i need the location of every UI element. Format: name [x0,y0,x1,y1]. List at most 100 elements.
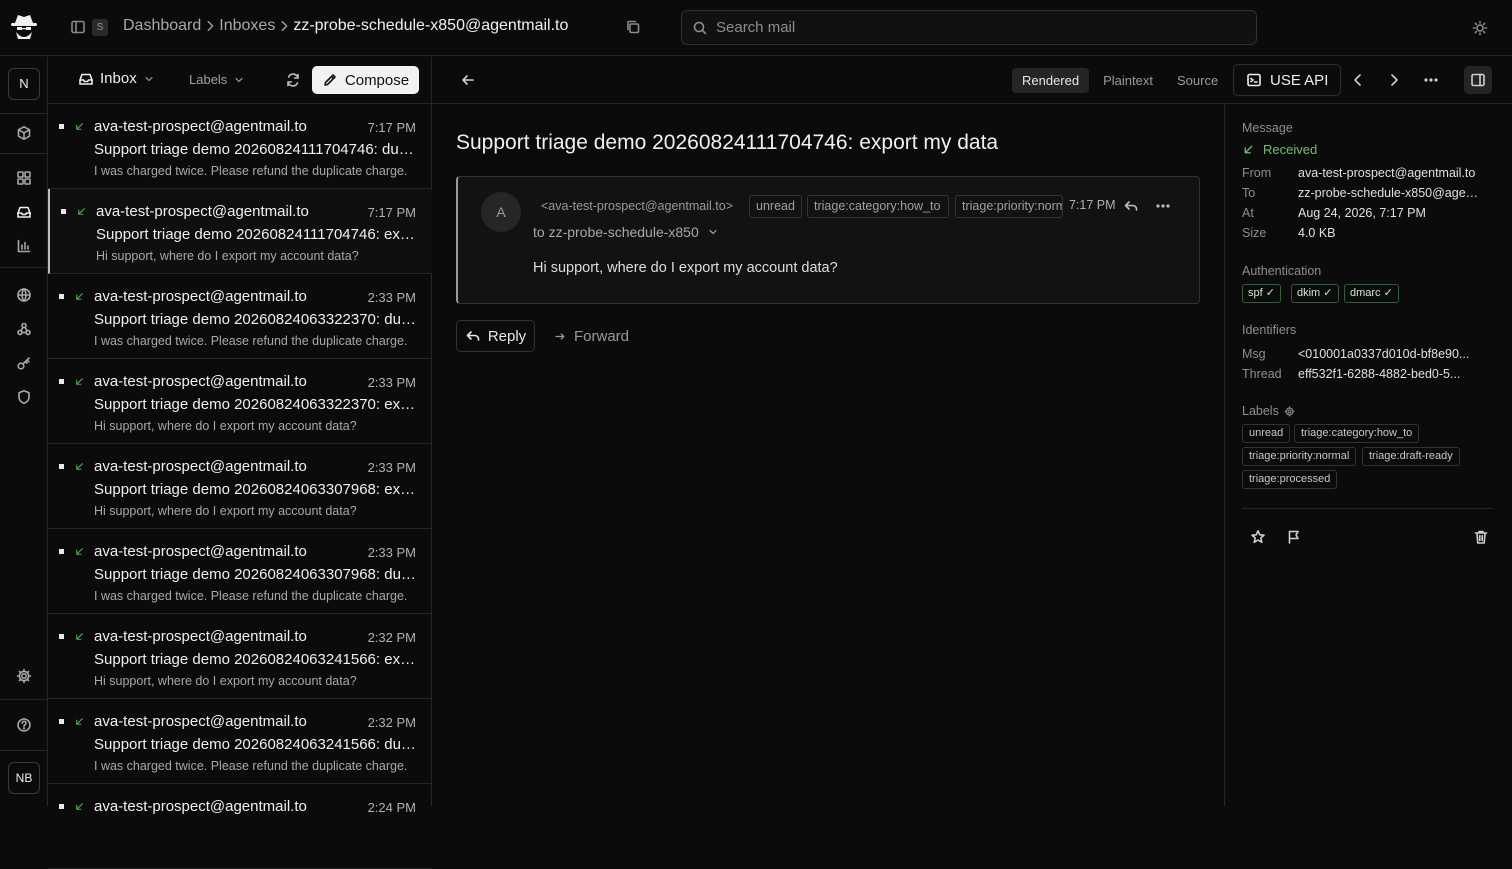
search-input[interactable] [716,19,1216,36]
flag-icon[interactable] [1286,529,1302,545]
inbox-icon[interactable] [16,204,32,220]
panel-toggle-icon[interactable] [1464,66,1492,94]
refresh-icon[interactable] [285,72,301,88]
list-item[interactable]: ava-test-prospect@agentmail.to 2:33 PM Sup… [48,359,432,444]
copy-icon[interactable] [625,19,641,35]
label-chip[interactable]: triage:category:how_to [1294,424,1420,443]
email-subject: Support triage demo 20260824111704746: e… [456,131,999,154]
arrow-down-left-icon [1244,145,1253,154]
user-avatar[interactable]: NB [8,762,40,794]
message-subject: Support triage demo 20260824063241566: d… [94,736,416,753]
labels-heading: Labels [1242,404,1279,418]
breadcrumb-dashboard[interactable]: Dashboard [123,17,201,35]
message-preview: I was charged twice. Please refund the d… [94,759,408,773]
tab-plaintext[interactable]: Plaintext [1093,68,1163,93]
tab-rendered[interactable]: Rendered [1012,68,1090,93]
back-arrow-icon[interactable] [460,72,476,88]
message-sender: ava-test-prospect@agentmail.to [94,628,307,645]
message-time: 7:17 PM [367,205,416,220]
inbox-dropdown[interactable]: Inbox [78,70,155,87]
message-preview: Hi support, where do I export my account… [94,419,357,433]
message-list-pane: Inbox Labels Compose ava-test-prospect@a… [48,57,432,869]
list-item[interactable]: ava-test-prospect@agentmail.to 7:17 PM Sup… [48,104,432,189]
list-item[interactable]: ava-test-prospect@agentmail.to 2:33 PM Sup… [48,274,432,359]
org-avatar[interactable]: N [8,68,40,100]
compose-button[interactable]: Compose [312,66,419,94]
chevron-left-icon[interactable] [1350,72,1366,88]
list-item[interactable]: ava-test-prospect@agentmail.to 7:17 PM Sup… [48,189,432,274]
label-chip[interactable]: triage:priority:normal [1242,447,1357,466]
list-item[interactable]: ava-test-prospect@agentmail.to 2:24 PM [48,784,432,869]
label-chip[interactable]: triage:processed [1242,470,1338,489]
more-horizontal-icon[interactable] [1155,198,1171,214]
label-chip: triage:priority:normal [955,195,1063,218]
star-icon[interactable] [1250,529,1266,545]
pencil-icon [324,74,336,86]
label-chip[interactable]: triage:draft-ready [1362,447,1460,466]
arrow-down-left-icon [74,546,85,557]
reply-icon[interactable] [1123,198,1139,214]
labels-dropdown[interactable]: Labels [189,72,245,87]
field-key: To [1242,186,1256,200]
message-id[interactable]: <010001a0337d010d-bf8e90... [1298,347,1482,361]
message-time: 2:33 PM [367,375,416,390]
globe-icon[interactable] [16,287,32,303]
grid-icon[interactable] [16,170,32,186]
cube-icon[interactable] [16,125,32,141]
agent-logo-icon[interactable] [9,12,39,42]
webhook-icon[interactable] [16,321,32,337]
forward-button[interactable]: Forward [554,320,629,352]
search-icon [693,21,707,34]
breadcrumb-inboxes[interactable]: Inboxes [219,17,275,35]
unread-dot [59,294,64,299]
trash-icon[interactable] [1473,529,1489,545]
arrow-down-left-icon [74,291,85,302]
label-chip[interactable]: unread [1242,424,1291,443]
reply-button[interactable]: Reply [456,320,535,352]
compose-label: Compose [344,71,410,89]
auth-badge-spf: spf ✓ [1242,284,1281,303]
thread-id[interactable]: eff532f1-6288-4882-bed0-5... [1298,367,1482,381]
gear-icon[interactable] [16,668,32,684]
arrow-down-left-icon [76,206,87,217]
help-icon[interactable] [16,717,32,733]
label-chip: triage:category:how_to [807,195,949,218]
tab-source[interactable]: Source [1167,68,1228,93]
list-item[interactable]: ava-test-prospect@agentmail.to 2:32 PM Sup… [48,699,432,784]
shield-icon[interactable] [16,389,32,405]
auth-badge-dmarc: dmarc ✓ [1344,284,1399,303]
sun-icon[interactable] [1472,20,1488,36]
use-api-button[interactable]: USE API [1233,64,1342,96]
message-view: Rendered Plaintext Source USE API Suppor… [432,57,1512,806]
breadcrumb-current-inbox: zz-probe-schedule-x850@agentmail.to [293,17,569,34]
list-item[interactable]: ava-test-prospect@agentmail.to 2:33 PM Sup… [48,444,432,529]
recipient-toggle[interactable]: to zz-probe-schedule-x850 [533,224,719,240]
breadcrumb: Dashboard Inboxes zz-probe-schedule-x850… [123,17,568,35]
arrow-down-left-icon [74,121,85,132]
more-horizontal-icon[interactable] [1423,72,1439,88]
message-sender: ava-test-prospect@agentmail.to [94,118,307,135]
list-item[interactable]: ava-test-prospect@agentmail.to 2:33 PM Sup… [48,529,432,614]
search-box[interactable] [681,10,1257,45]
unread-dot [59,549,64,554]
label-chip: unread [749,195,802,218]
chevron-right-icon[interactable] [1386,72,1402,88]
bar-chart-icon[interactable] [16,238,32,254]
message-subject: Support triage demo 20260824111704746: d… [94,141,416,158]
gear-icon[interactable] [1284,405,1295,417]
field-key: From [1242,166,1272,180]
sidebar-toggle-icon[interactable] [70,19,86,35]
rail-divider [0,699,48,700]
unread-dot [59,719,64,724]
message-preview: I was charged twice. Please refund the d… [94,589,408,603]
status-badge: Received [1242,142,1317,157]
rail-divider [0,267,48,268]
message-preview: Hi support, where do I export my account… [94,504,357,518]
key-icon[interactable] [16,355,32,371]
chevron-right-icon [201,19,219,33]
rail-divider [0,113,48,114]
message-time: 2:24 PM [367,800,416,815]
list-item[interactable]: ava-test-prospect@agentmail.to 2:32 PM Sup… [48,614,432,699]
arrow-down-left-icon [74,801,85,812]
message-time: 2:32 PM [367,715,416,730]
